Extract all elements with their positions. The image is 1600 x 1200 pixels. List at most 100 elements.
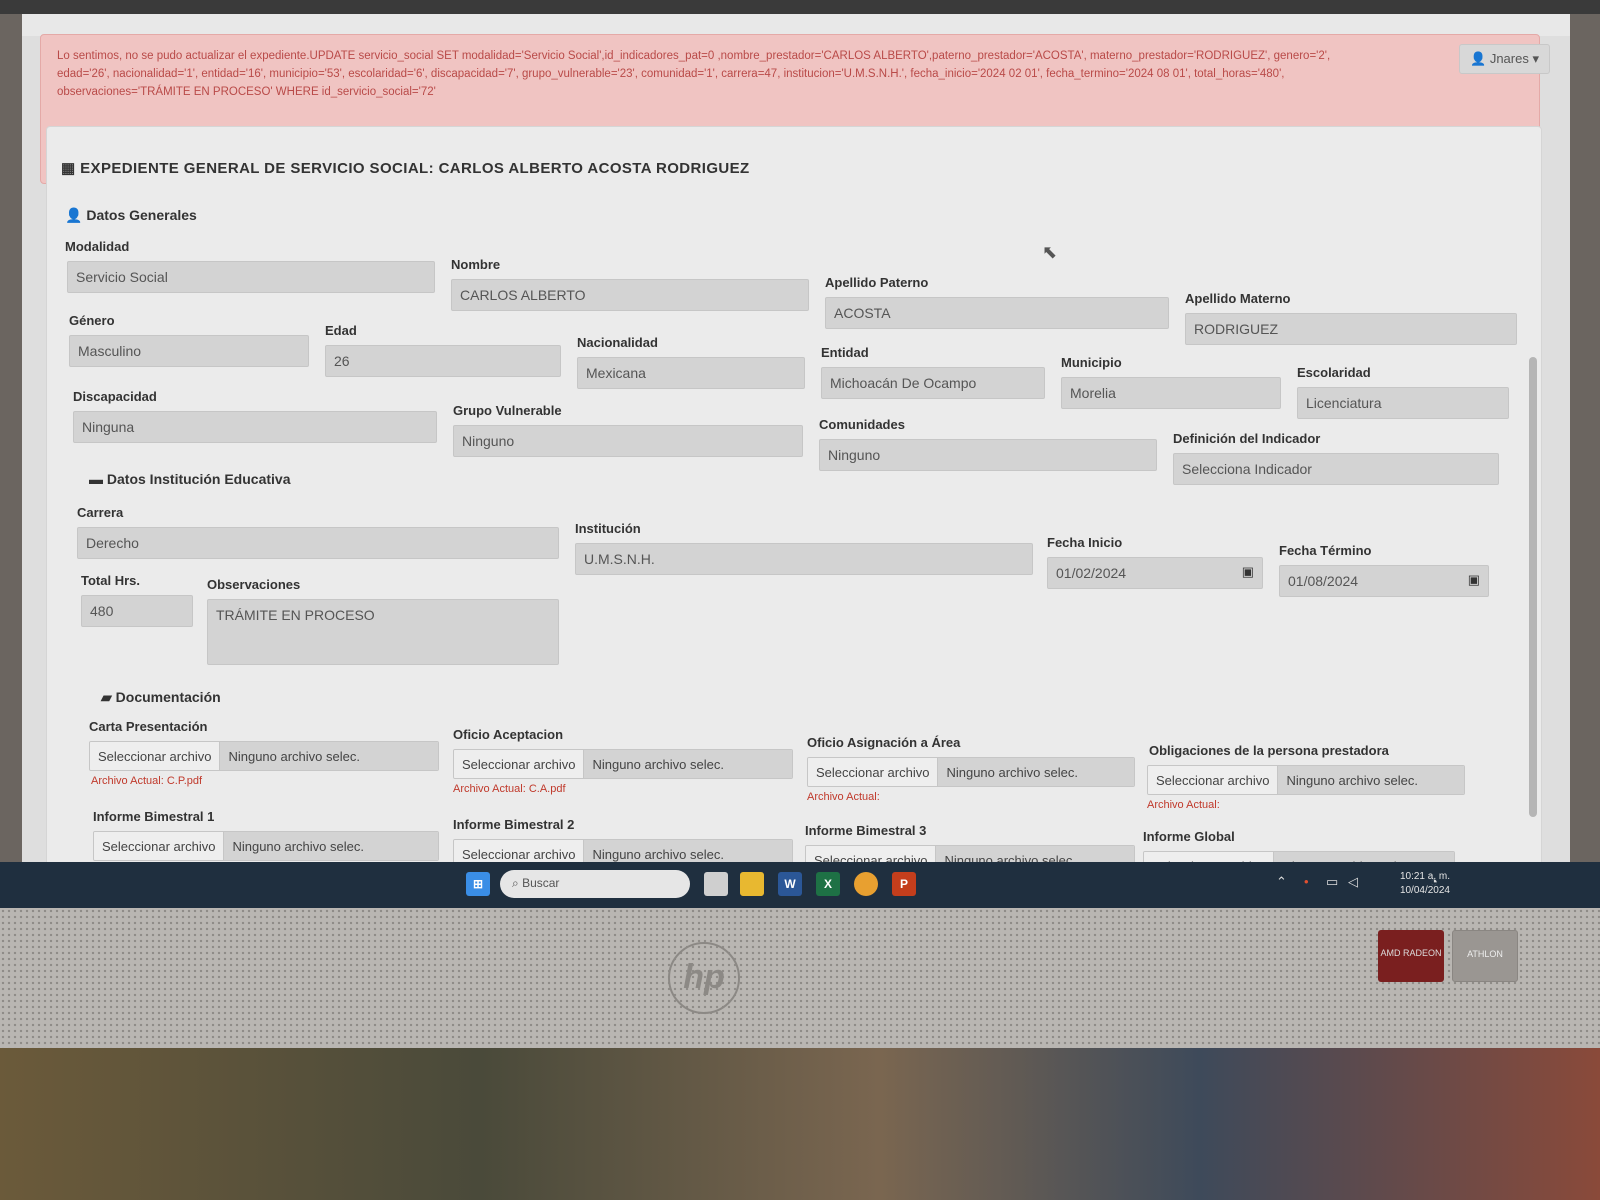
grid-icon: ▦ bbox=[61, 160, 81, 177]
label-total-hrs: Total Hrs. bbox=[81, 573, 140, 588]
label-apellido-paterno: Apellido Paterno bbox=[825, 275, 929, 290]
network-icon[interactable]: ▭ bbox=[1326, 874, 1338, 890]
select-file-button[interactable]: Seleccionar archivo bbox=[454, 840, 585, 862]
edad-field[interactable]: 26 bbox=[325, 345, 561, 377]
label-entidad: Entidad bbox=[821, 345, 869, 360]
carta-presentacion-file-input[interactable]: Seleccionar archivo Ninguno archivo sele… bbox=[89, 741, 439, 771]
obligaciones-file-input[interactable]: Seleccionar archivo Ninguno archivo sele… bbox=[1147, 765, 1465, 795]
informe-bimestral-2-file-input[interactable]: Seleccionar archivo Ninguno archivo sele… bbox=[453, 839, 793, 862]
label-observaciones: Observaciones bbox=[207, 577, 301, 592]
select-file-button[interactable]: Seleccionar archivo bbox=[94, 832, 225, 860]
select-file-button[interactable]: Seleccionar archivo bbox=[90, 742, 221, 770]
chevron-up-icon[interactable]: ⌃ bbox=[1276, 874, 1287, 890]
volume-icon[interactable]: ◁ bbox=[1348, 874, 1358, 890]
select-file-button[interactable]: Seleccionar archivo bbox=[808, 758, 939, 786]
municipio-field[interactable]: Morelia bbox=[1061, 377, 1281, 409]
oficio-asignacion-file-input[interactable]: Seleccionar archivo Ninguno archivo sele… bbox=[807, 757, 1135, 787]
file-name: Ninguno archivo selec. bbox=[936, 846, 1134, 862]
label-apellido-materno: Apellido Materno bbox=[1185, 291, 1291, 306]
calendar-icon[interactable]: ▣ bbox=[1468, 572, 1480, 588]
calendar-icon[interactable]: ▣ bbox=[1242, 564, 1254, 580]
comunidades-field[interactable]: Ninguno bbox=[819, 439, 1157, 471]
label-obligaciones: Obligaciones de la persona prestadora bbox=[1149, 743, 1389, 758]
nombre-field[interactable]: CARLOS ALBERTO bbox=[451, 279, 809, 311]
clock-date: 10/04/2024 bbox=[1399, 885, 1450, 896]
oficio-aceptacion-file-input[interactable]: Seleccionar archivo Ninguno archivo sele… bbox=[453, 749, 793, 779]
task-view-icon[interactable] bbox=[704, 872, 728, 896]
current-file-label: Archivo Actual: bbox=[807, 791, 880, 803]
escolaridad-field[interactable]: Licenciatura bbox=[1297, 387, 1509, 419]
label-carrera: Carrera bbox=[77, 505, 124, 520]
discapacidad-field[interactable]: Ninguna bbox=[73, 411, 437, 443]
informe-bimestral-3-file-input[interactable]: Seleccionar archivo Ninguno archivo sele… bbox=[805, 845, 1135, 862]
informe-global-file-input[interactable]: Seleccionar archivo Ninguno archivo sele… bbox=[1143, 851, 1455, 862]
select-file-button[interactable]: Seleccionar archivo bbox=[454, 750, 585, 778]
total-hrs-field[interactable]: 480 bbox=[81, 595, 193, 627]
current-file-link[interactable]: Archivo Actual: C.A.pdf bbox=[453, 783, 566, 795]
fecha-inicio-value: 01/02/2024 bbox=[1056, 565, 1127, 581]
apellido-paterno-field[interactable]: ACOSTA bbox=[825, 297, 1169, 329]
excel-icon[interactable]: X bbox=[816, 872, 840, 896]
informe-bimestral-1-file-input[interactable]: Seleccionar archivo Ninguno archivo sele… bbox=[93, 831, 439, 861]
current-file-label: Archivo Actual: bbox=[1147, 799, 1220, 811]
user-icon: 👤 bbox=[1470, 51, 1487, 66]
fecha-termino-field[interactable]: 01/08/2024 ▣ bbox=[1279, 565, 1489, 597]
file-name: Ninguno archivo selec. bbox=[938, 758, 1134, 786]
mouse-cursor-icon: ⬉ bbox=[1042, 242, 1058, 262]
file-explorer-icon[interactable] bbox=[740, 872, 764, 896]
section-documentacion: ▰ Documentación bbox=[101, 689, 221, 705]
windows-start-icon[interactable]: ⊞ bbox=[466, 872, 490, 896]
top-edge bbox=[0, 0, 1600, 14]
select-file-button[interactable]: Seleccionar archivo bbox=[1148, 766, 1279, 794]
select-file-button[interactable]: Seleccionar archivo bbox=[806, 846, 937, 862]
label-carta-presentacion: Carta Presentación bbox=[89, 719, 208, 734]
observaciones-textarea[interactable]: TRÁMITE EN PROCESO bbox=[207, 599, 559, 665]
label-modalidad: Modalidad bbox=[65, 239, 130, 254]
carrera-field[interactable]: Derecho bbox=[77, 527, 559, 559]
user-menu[interactable]: 👤 Jnares ▾ bbox=[1459, 44, 1550, 74]
file-name: Ninguno archivo selec. bbox=[584, 750, 792, 778]
browser-screen: Lo sentimos, no se pudo actualizar el ex… bbox=[22, 14, 1570, 862]
alert-line-2: edad='26', nacionalidad='1', entidad='16… bbox=[57, 68, 1285, 80]
genero-field[interactable]: Masculino bbox=[69, 335, 309, 367]
notification-dot-icon: • bbox=[1304, 874, 1309, 889]
word-icon[interactable]: W bbox=[778, 872, 802, 896]
alert-line-1: Lo sentimos, no se pudo actualizar el ex… bbox=[57, 50, 1331, 62]
label-comunidades: Comunidades bbox=[819, 417, 905, 432]
taskbar-clock[interactable]: 10:21 a. m. 10/04/2024 bbox=[1400, 870, 1450, 898]
hp-logo: hp bbox=[668, 942, 740, 1014]
grupo-vulnerable-field[interactable]: Ninguno bbox=[453, 425, 803, 457]
institucion-field[interactable]: U.M.S.N.H. bbox=[575, 543, 1033, 575]
bell-icon[interactable]: ◔ bbox=[1430, 874, 1438, 889]
apellido-materno-field[interactable]: RODRIGUEZ bbox=[1185, 313, 1517, 345]
indicador-select[interactable]: Selecciona Indicador bbox=[1173, 453, 1499, 485]
current-file-link[interactable]: Archivo Actual: C.P.pdf bbox=[91, 775, 202, 787]
folder-icon: ▰ bbox=[101, 689, 116, 705]
file-name: Ninguno archivo selec. bbox=[1278, 766, 1464, 794]
file-name: Ninguno archivo selec. bbox=[584, 840, 792, 862]
nacionalidad-field[interactable]: Mexicana bbox=[577, 357, 805, 389]
powerpoint-icon[interactable]: P bbox=[892, 872, 916, 896]
windows-taskbar: ⊞ ⌕ Buscar W X P ⌃ • ▭ ◁ 10:21 a. m. 10/… bbox=[0, 862, 1600, 908]
fecha-inicio-field[interactable]: 01/02/2024 ▣ bbox=[1047, 557, 1263, 589]
chrome-icon[interactable] bbox=[854, 872, 878, 896]
fecha-termino-value: 01/08/2024 bbox=[1288, 573, 1359, 589]
page-scrollbar[interactable] bbox=[1529, 357, 1537, 817]
label-edad: Edad bbox=[325, 323, 357, 338]
label-informe-bimestral-2: Informe Bimestral 2 bbox=[453, 817, 575, 832]
user-icon: 👤 bbox=[65, 207, 87, 223]
label-informe-bimestral-3: Informe Bimestral 3 bbox=[805, 823, 927, 838]
expediente-panel: ▦ EXPEDIENTE GENERAL DE SERVICIO SOCIAL:… bbox=[46, 126, 1542, 862]
desk-clutter bbox=[0, 1048, 1600, 1200]
label-escolaridad: Escolaridad bbox=[1297, 365, 1371, 380]
athlon-sticker: ATHLON bbox=[1452, 930, 1518, 982]
label-grupo-vulnerable: Grupo Vulnerable bbox=[453, 403, 562, 418]
panel-title: ▦ EXPEDIENTE GENERAL DE SERVICIO SOCIAL:… bbox=[61, 160, 750, 177]
taskbar-search[interactable]: ⌕ Buscar bbox=[500, 870, 690, 898]
entidad-field[interactable]: Michoacán De Ocampo bbox=[821, 367, 1045, 399]
search-icon: ⌕ bbox=[512, 876, 523, 890]
label-nacionalidad: Nacionalidad bbox=[577, 335, 658, 350]
modalidad-field[interactable]: Servicio Social bbox=[67, 261, 435, 293]
label-informe-global: Informe Global bbox=[1143, 829, 1235, 844]
select-file-button[interactable]: Seleccionar archivo bbox=[1144, 852, 1275, 862]
